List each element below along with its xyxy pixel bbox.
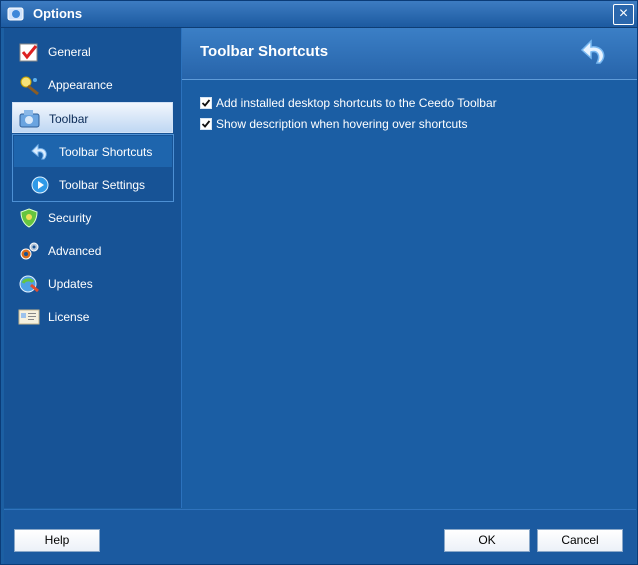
sidebar-item-label: General — [48, 45, 91, 59]
window-title: Options — [33, 6, 83, 21]
updates-icon — [19, 275, 39, 293]
checkmark-icon — [201, 120, 211, 128]
help-button[interactable]: Help — [14, 529, 100, 552]
sidebar-item-label: License — [48, 310, 90, 324]
content-header: Toolbar Shortcuts — [182, 28, 637, 80]
sidebar-item-label: Security — [48, 211, 92, 225]
checkmark-icon — [201, 99, 211, 107]
sidebar-item-appearance[interactable]: Appearance — [12, 69, 172, 100]
footer-bar: Help OK Cancel — [4, 509, 636, 564]
add-shortcuts-label: Add installed desktop shortcuts to the C… — [216, 96, 497, 110]
show-description-checkbox[interactable] — [200, 118, 212, 130]
appearance-icon — [20, 76, 39, 96]
add-shortcuts-checkbox[interactable] — [200, 97, 212, 109]
toolbar-icon — [19, 110, 40, 128]
sidebar-item-label: Appearance — [48, 78, 113, 92]
sidebar-item-security[interactable]: Security — [12, 202, 172, 233]
title-bar: Options × — [1, 1, 637, 28]
sidebar-item-general[interactable]: General — [12, 36, 172, 67]
ok-button[interactable]: OK — [444, 529, 530, 552]
options-window: Options × General Appearance Toolbar Too… — [0, 0, 638, 565]
back-arrow-icon — [31, 143, 47, 160]
sidebar: General Appearance Toolbar Toolbar Short… — [4, 28, 182, 508]
sidebar-item-advanced[interactable]: Advanced — [12, 235, 172, 266]
sidebar-item-label: Advanced — [48, 244, 102, 258]
options-app-icon — [7, 7, 24, 21]
sidebar-item-updates[interactable]: Updates — [12, 268, 172, 299]
sidebar-subitem-label: Toolbar Shortcuts — [59, 145, 153, 159]
show-description-label: Show description when hovering over shor… — [216, 117, 468, 131]
license-icon — [18, 309, 40, 325]
sidebar-item-license[interactable]: License — [12, 301, 172, 332]
sidebar-item-toolbar[interactable]: Toolbar — [12, 102, 173, 133]
sidebar-subitem-toolbar-shortcuts[interactable]: Toolbar Shortcuts — [14, 136, 172, 167]
sidebar-item-label: Toolbar — [49, 112, 89, 126]
general-icon — [19, 43, 38, 62]
toolbar-subitems: Toolbar Shortcuts Toolbar Settings — [12, 134, 174, 202]
sidebar-item-label: Updates — [48, 277, 93, 291]
play-icon — [31, 176, 49, 194]
back-arrow-icon — [580, 39, 605, 64]
cancel-button[interactable]: Cancel — [537, 529, 623, 552]
advanced-icon — [20, 242, 39, 260]
content-panel: Toolbar Shortcuts Add installed desktop … — [182, 28, 637, 508]
page-title: Toolbar Shortcuts — [200, 43, 329, 60]
sidebar-subitem-label: Toolbar Settings — [59, 178, 146, 192]
security-icon — [20, 208, 38, 228]
close-button[interactable]: × — [613, 4, 634, 25]
sidebar-subitem-toolbar-settings[interactable]: Toolbar Settings — [14, 169, 172, 200]
close-icon: × — [618, 5, 629, 22]
